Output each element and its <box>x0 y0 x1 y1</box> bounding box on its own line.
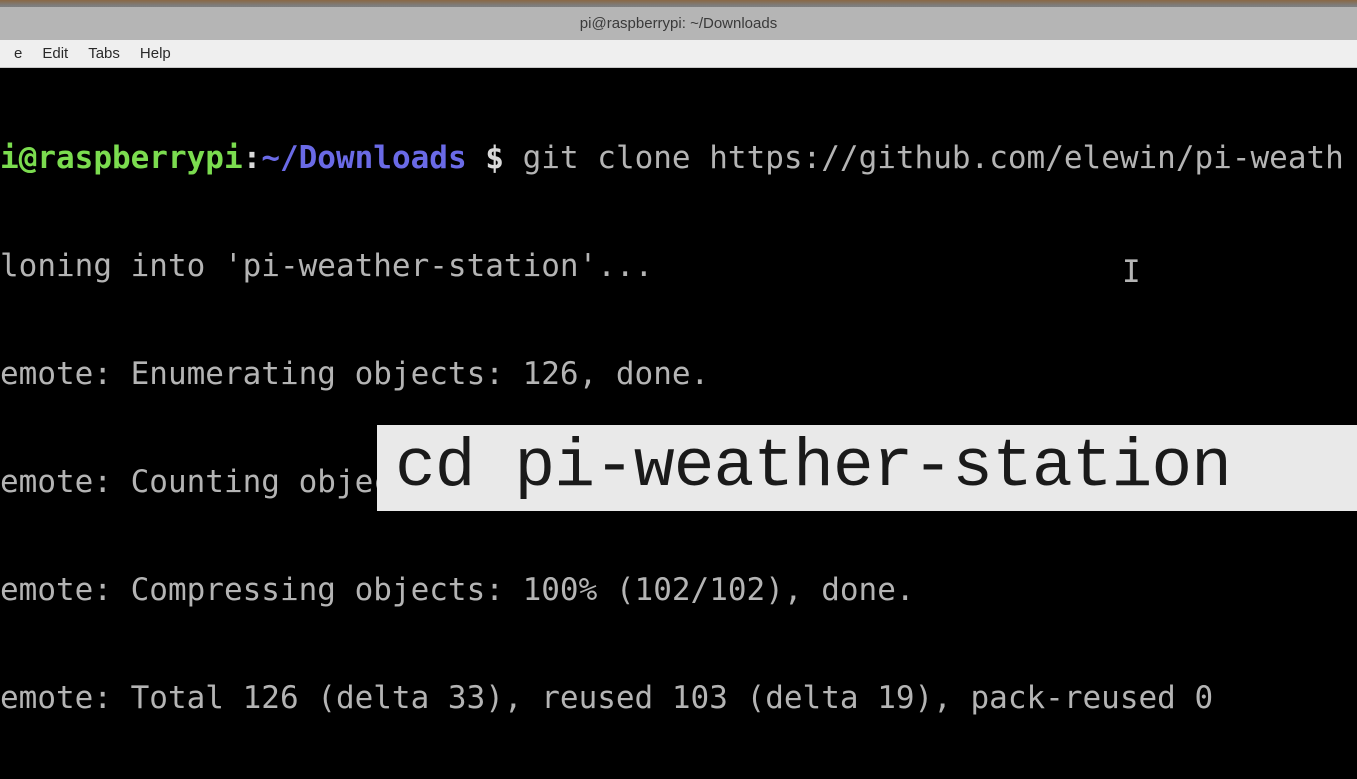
menu-file-label: e <box>14 45 22 62</box>
prompt-user: i@raspberrypi <box>0 140 243 176</box>
output-line: loning into 'pi-weather-station'... <box>0 248 1357 284</box>
menu-help[interactable]: Help <box>130 41 181 66</box>
window-title-inner: pi@raspberrypi: ~/Downloads <box>0 7 1357 40</box>
terminal-area[interactable]: i@raspberrypi:~/Downloads $ git clone ht… <box>0 68 1357 779</box>
output-line: emote: Compressing objects: 100% (102/10… <box>0 572 1357 608</box>
menu-help-label: Help <box>140 45 171 62</box>
command-text: git clone https://github.com/elewin/pi-w… <box>523 140 1344 176</box>
prompt-sep: : <box>243 140 262 176</box>
output-line: emote: Total 126 (delta 33), reused 103 … <box>0 680 1357 716</box>
prompt-line-1: i@raspberrypi:~/Downloads $ git clone ht… <box>0 140 1357 176</box>
caption-overlay: cd pi-weather-station <box>377 425 1357 511</box>
menu-tabs[interactable]: Tabs <box>78 41 130 66</box>
window-title-bar[interactable]: pi@raspberrypi: ~/Downloads <box>0 0 1357 40</box>
menu-edit-label: Edit <box>42 45 68 62</box>
prompt-path: ~/Downloads <box>261 140 466 176</box>
menu-edit[interactable]: Edit <box>32 41 78 66</box>
caption-text: cd pi-weather-station <box>395 429 1231 506</box>
output-line: emote: Enumerating objects: 126, done. <box>0 356 1357 392</box>
menu-bar: e Edit Tabs Help <box>0 40 1357 68</box>
window-title-text: pi@raspberrypi: ~/Downloads <box>580 15 777 32</box>
menu-file[interactable]: e <box>4 41 32 66</box>
prompt-dollar: $ <box>467 140 523 176</box>
menu-tabs-label: Tabs <box>88 45 120 62</box>
